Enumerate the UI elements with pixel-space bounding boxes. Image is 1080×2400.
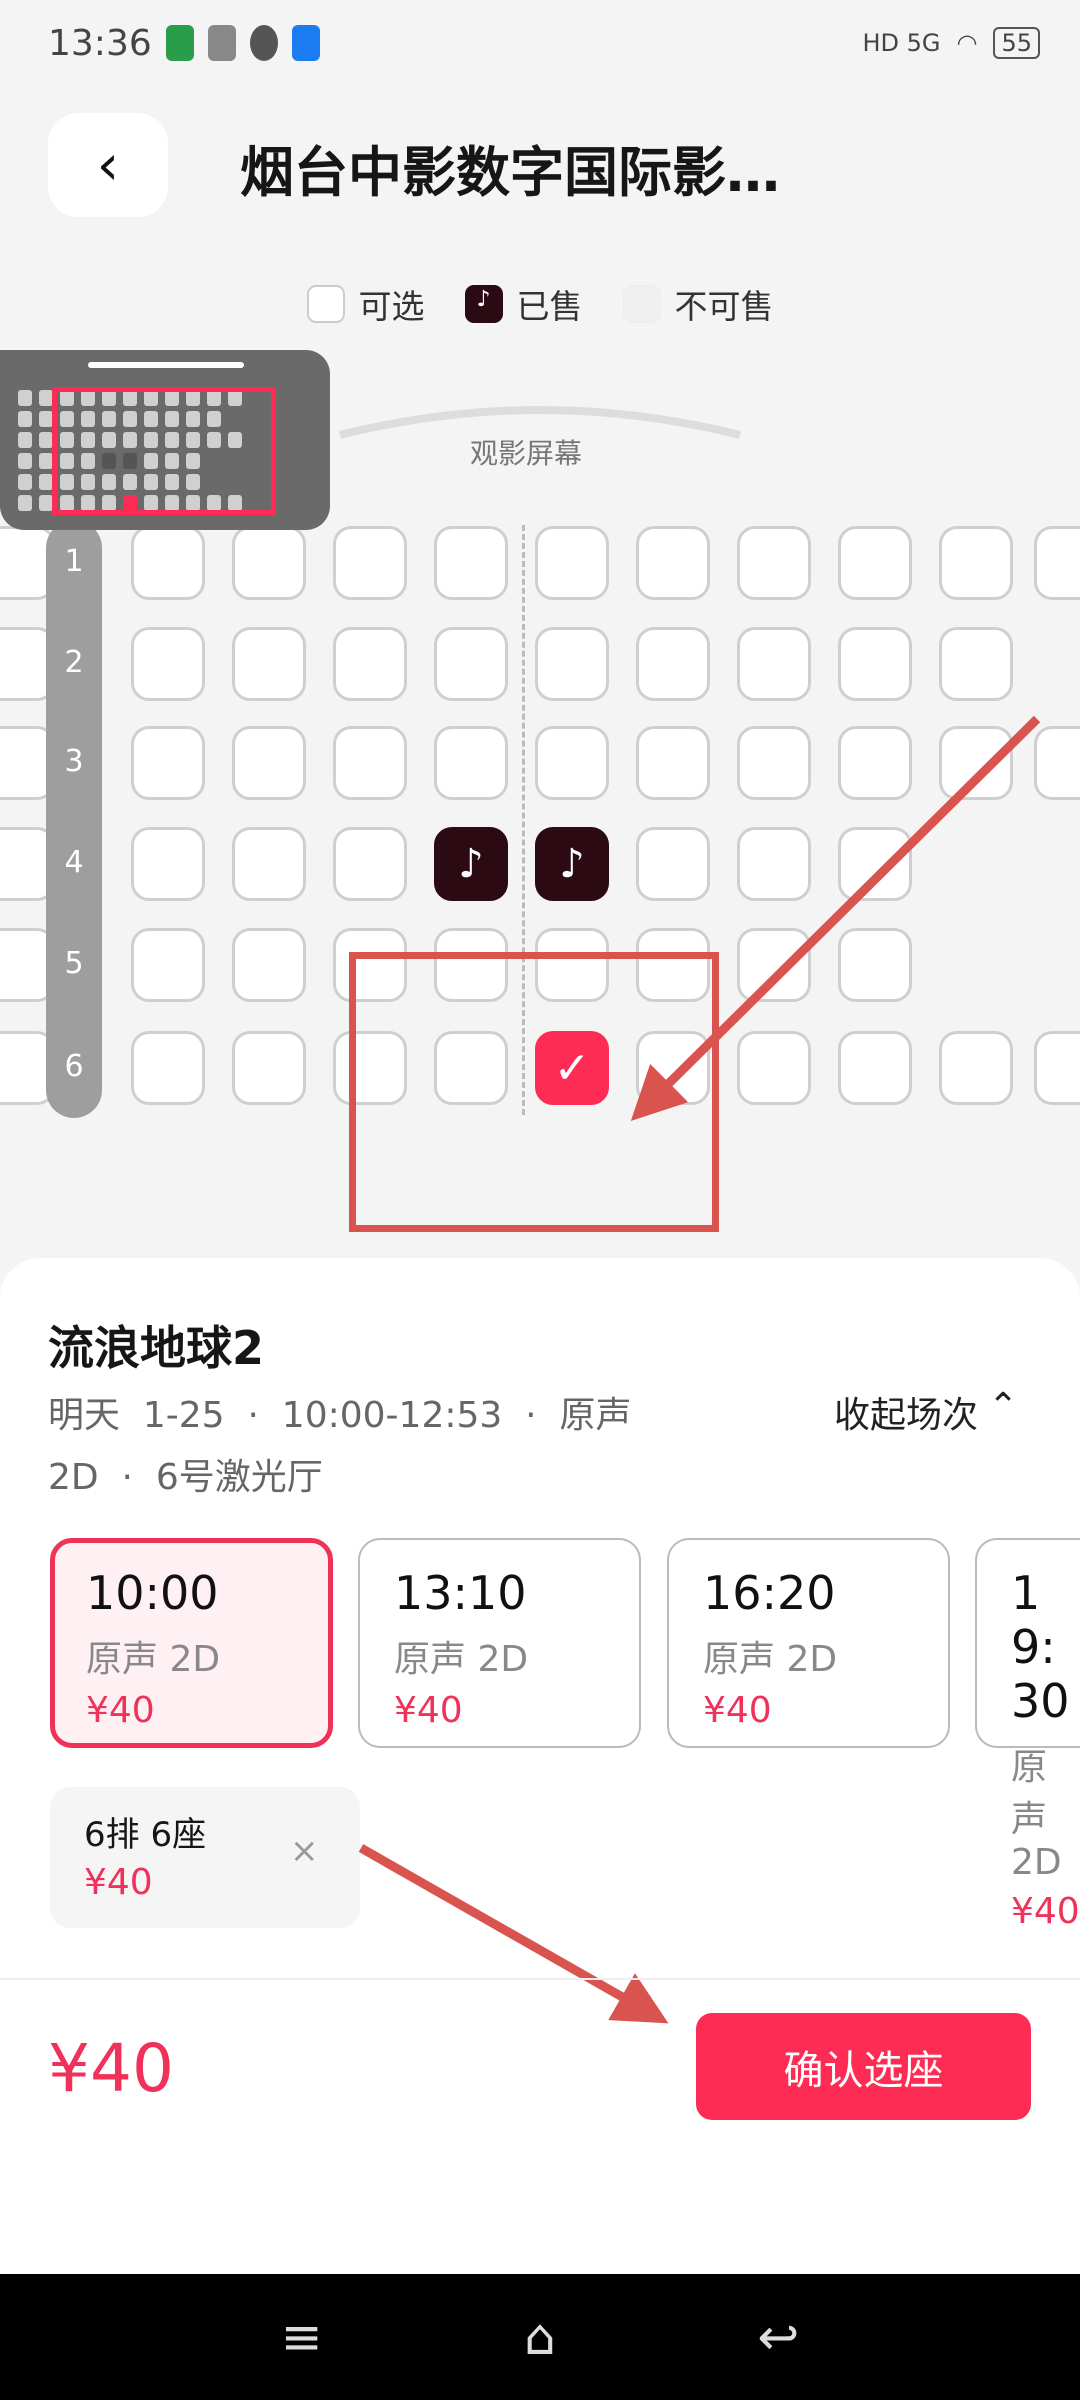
system-nav-bar: ≡ ⌂ ↩ (0, 2274, 1080, 2400)
total-price: ¥40 (48, 2030, 174, 2107)
divider (0, 1978, 1080, 1980)
back-nav-icon[interactable]: ↩ (757, 2308, 799, 2366)
menu-icon[interactable]: ≡ (281, 2308, 323, 2366)
home-icon[interactable]: ⌂ (524, 2308, 556, 2366)
confirm-seat-button[interactable]: 确认选座 (696, 2013, 1031, 2120)
